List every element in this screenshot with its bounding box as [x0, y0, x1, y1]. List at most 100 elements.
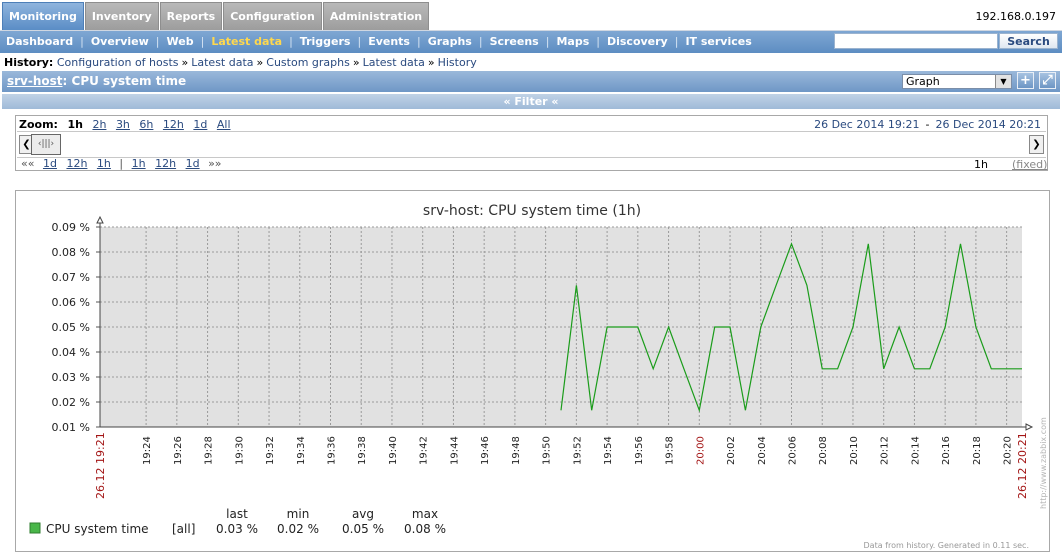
y-tick-label: 0.02 %	[52, 396, 90, 409]
date-from[interactable]: 26 Dec 2014 19:21	[814, 118, 919, 131]
x-start-label: 26.12 19:21	[94, 432, 107, 499]
nav-back-1d[interactable]: 1d	[43, 157, 57, 170]
host-link[interactable]: srv-host	[7, 74, 63, 88]
separator: |	[545, 35, 550, 48]
submenu-graphs[interactable]: Graphs	[428, 31, 472, 53]
submenu-dashboard[interactable]: Dashboard	[6, 31, 73, 53]
legend-header-max: max	[412, 507, 438, 521]
separator: |	[80, 35, 84, 48]
scroll-right-arrow-icon[interactable]: ❯	[1029, 135, 1044, 154]
server-ip: 192.168.0.197	[975, 10, 1056, 23]
separator: |	[155, 35, 160, 48]
y-tick-label: 0.08 %	[52, 246, 90, 259]
menu-inventory[interactable]: Inventory	[84, 2, 159, 30]
plus-icon[interactable]: +	[1017, 72, 1034, 89]
filter-toggle[interactable]: « Filter «	[2, 94, 1060, 109]
zoom-all[interactable]: All	[217, 118, 231, 131]
breadcrumb-latest-data[interactable]: Latest data	[191, 56, 253, 69]
x-tick-label: 20:06	[788, 436, 799, 465]
x-tick-label: 20:08	[818, 436, 829, 465]
zoom-2h[interactable]: 2h	[92, 118, 106, 131]
chevron-down-icon: ▼	[995, 75, 1011, 88]
menu-configuration[interactable]: Configuration	[223, 2, 322, 30]
submenu-it-services[interactable]: IT services	[685, 31, 751, 53]
x-tick-label: 19:42	[419, 436, 430, 465]
legend-func: [all]	[172, 522, 195, 536]
top-menu: Monitoring Inventory Reports Configurati…	[2, 2, 430, 30]
nav-back-12h[interactable]: 12h	[66, 157, 87, 170]
nav-back-icon: ««	[21, 157, 35, 170]
legend-header-min: min	[287, 507, 310, 521]
submenu-web[interactable]: Web	[167, 31, 194, 53]
x-tick-label: 19:32	[265, 436, 276, 465]
zoom-3h[interactable]: 3h	[116, 118, 130, 131]
view-select[interactable]: Graph ▼	[902, 74, 1012, 89]
x-tick-label: 19:28	[204, 436, 215, 465]
breadcrumb-custom-graphs[interactable]: Custom graphs	[266, 56, 350, 69]
period-scrollbar[interactable]: ❮ ‹|||› ❯	[17, 131, 1046, 158]
x-axis-arrow-icon	[1025, 423, 1034, 431]
breadcrumb-configuration-of-hosts[interactable]: Configuration of hosts	[57, 56, 179, 69]
nav-forward-12h[interactable]: 12h	[155, 157, 176, 170]
legend-max-value: 0.08 %	[404, 522, 446, 536]
x-tick-label: 20:02	[726, 436, 737, 465]
x-tick-label: 20:18	[972, 436, 983, 465]
submenu-events[interactable]: Events	[368, 31, 410, 53]
y-tick-label: 0.03 %	[52, 371, 90, 384]
y-tick-label: 0.07 %	[52, 271, 90, 284]
search-input[interactable]	[834, 33, 998, 49]
zoom-1h[interactable]: 1h	[67, 118, 83, 131]
nav-forward-1d[interactable]: 1d	[186, 157, 200, 170]
legend-header-avg: avg	[352, 507, 374, 521]
separator: |	[674, 35, 679, 48]
menu-administration[interactable]: Administration	[322, 2, 430, 30]
zoom-label: Zoom:	[19, 118, 58, 131]
fixed-toggle[interactable]: (fixed)	[1012, 158, 1047, 171]
submenu-maps[interactable]: Maps	[556, 31, 589, 53]
date-separator: -	[925, 118, 930, 131]
menu-reports[interactable]: Reports	[159, 2, 223, 30]
x-end-label: 26.12 20:21	[1016, 432, 1029, 499]
breadcrumb-history[interactable]: History	[438, 56, 477, 69]
chart-title: srv-host: CPU system time (1h)	[423, 203, 641, 219]
legend-min-value: 0.02 %	[277, 522, 319, 536]
scroll-thumb[interactable]: ‹|||›	[31, 134, 61, 155]
x-tick-label: 19:58	[665, 436, 676, 465]
cpu-graph: srv-host: CPU system time (1h) 0.01 % 0.02…	[29, 203, 1048, 550]
x-tick-label: 19:50	[542, 436, 553, 465]
x-tick-label: 19:34	[296, 436, 307, 465]
x-tick-label: 19:40	[388, 436, 399, 465]
breadcrumb-latest-data-2[interactable]: Latest data	[363, 56, 425, 69]
submenu-screens[interactable]: Screens	[490, 31, 539, 53]
x-tick-label: 20:14	[910, 436, 921, 465]
top-menu-bar: Monitoring Inventory Reports Configurati…	[0, 0, 1062, 31]
fullscreen-icon[interactable]: ⤢	[1039, 72, 1056, 89]
nav-forward-1h[interactable]: 1h	[132, 157, 146, 170]
x-tick-label: 20:12	[880, 436, 891, 465]
zoom-6h[interactable]: 6h	[139, 118, 153, 131]
period-value: 1h	[974, 158, 988, 171]
submenu-latest-data[interactable]: Latest data	[211, 31, 282, 53]
separator: |	[478, 35, 483, 48]
nav-back-1h[interactable]: 1h	[97, 157, 111, 170]
x-tick-label: 19:48	[511, 436, 522, 465]
submenu-overview[interactable]: Overview	[91, 31, 149, 53]
submenu-discovery[interactable]: Discovery	[607, 31, 668, 53]
submenu-triggers[interactable]: Triggers	[300, 31, 351, 53]
zoom-row: Zoom: 1h 2h 3h 6h 12h 1d All	[19, 118, 231, 131]
breadcrumb-arrow: »	[181, 56, 189, 69]
x-tick-label: 19:52	[572, 436, 583, 465]
separator: |	[357, 35, 362, 48]
breadcrumb-arrow: »	[256, 56, 264, 69]
menu-monitoring[interactable]: Monitoring	[2, 2, 84, 30]
y-tick-label: 0.06 %	[52, 296, 90, 309]
nav-separator: |	[119, 157, 124, 170]
zoom-1d[interactable]: 1d	[193, 118, 207, 131]
legend-header-last: last	[226, 507, 248, 521]
zoom-12h[interactable]: 12h	[163, 118, 184, 131]
date-to[interactable]: 26 Dec 2014 20:21	[936, 118, 1041, 131]
breadcrumb: History: Configuration of hosts» Latest d…	[4, 56, 477, 70]
x-tick-label: 19:36	[327, 436, 338, 465]
search-button[interactable]: Search	[999, 33, 1058, 49]
legend-last-value: 0.03 %	[216, 522, 258, 536]
